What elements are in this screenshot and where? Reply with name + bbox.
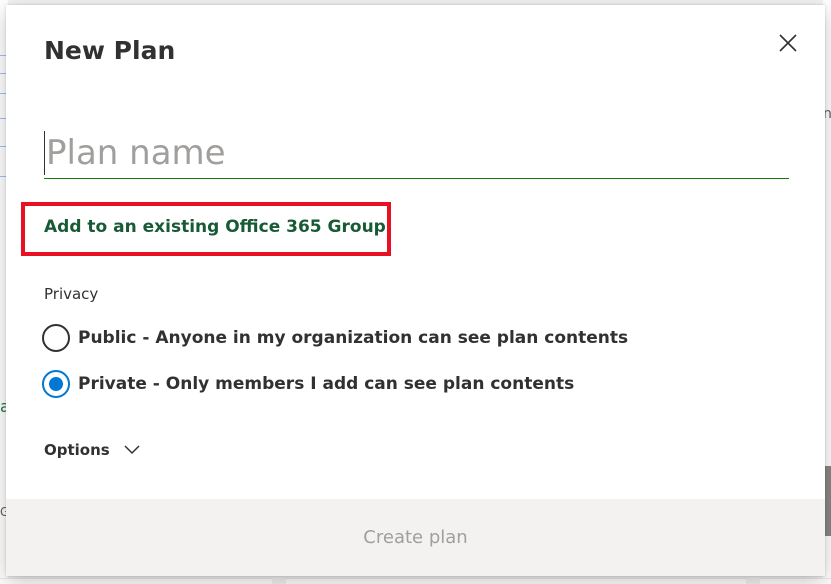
dialog-footer: Create plan [6, 499, 825, 576]
background-card [760, 578, 831, 584]
create-plan-button[interactable]: Create plan [6, 499, 825, 576]
plan-name-input[interactable] [44, 129, 789, 177]
background-card [0, 578, 272, 584]
text-caret [44, 131, 45, 175]
close-button[interactable] [775, 30, 801, 56]
privacy-label: Privacy [44, 285, 99, 303]
radio-public[interactable] [42, 324, 70, 352]
radio-private[interactable] [42, 370, 70, 398]
close-icon [779, 34, 797, 52]
chevron-down-icon [124, 445, 140, 455]
radio-label-private: Private - Only members I add can see pla… [78, 374, 575, 394]
privacy-option-public[interactable]: Public - Anyone in my organization can s… [42, 324, 628, 352]
dialog-title: New Plan [44, 36, 176, 65]
add-to-existing-group-link[interactable]: Add to an existing Office 365 Group [44, 217, 386, 237]
privacy-option-private[interactable]: Private - Only members I add can see pla… [42, 370, 574, 398]
radio-label-public: Public - Anyone in my organization can s… [78, 328, 629, 348]
plan-name-field [44, 129, 789, 179]
options-expander[interactable]: Options [44, 441, 140, 459]
new-plan-dialog: New Plan Add to an existing Office 365 G… [6, 5, 825, 576]
options-label: Options [44, 441, 110, 459]
radio-selected-dot [49, 377, 63, 391]
background-card [286, 578, 746, 584]
